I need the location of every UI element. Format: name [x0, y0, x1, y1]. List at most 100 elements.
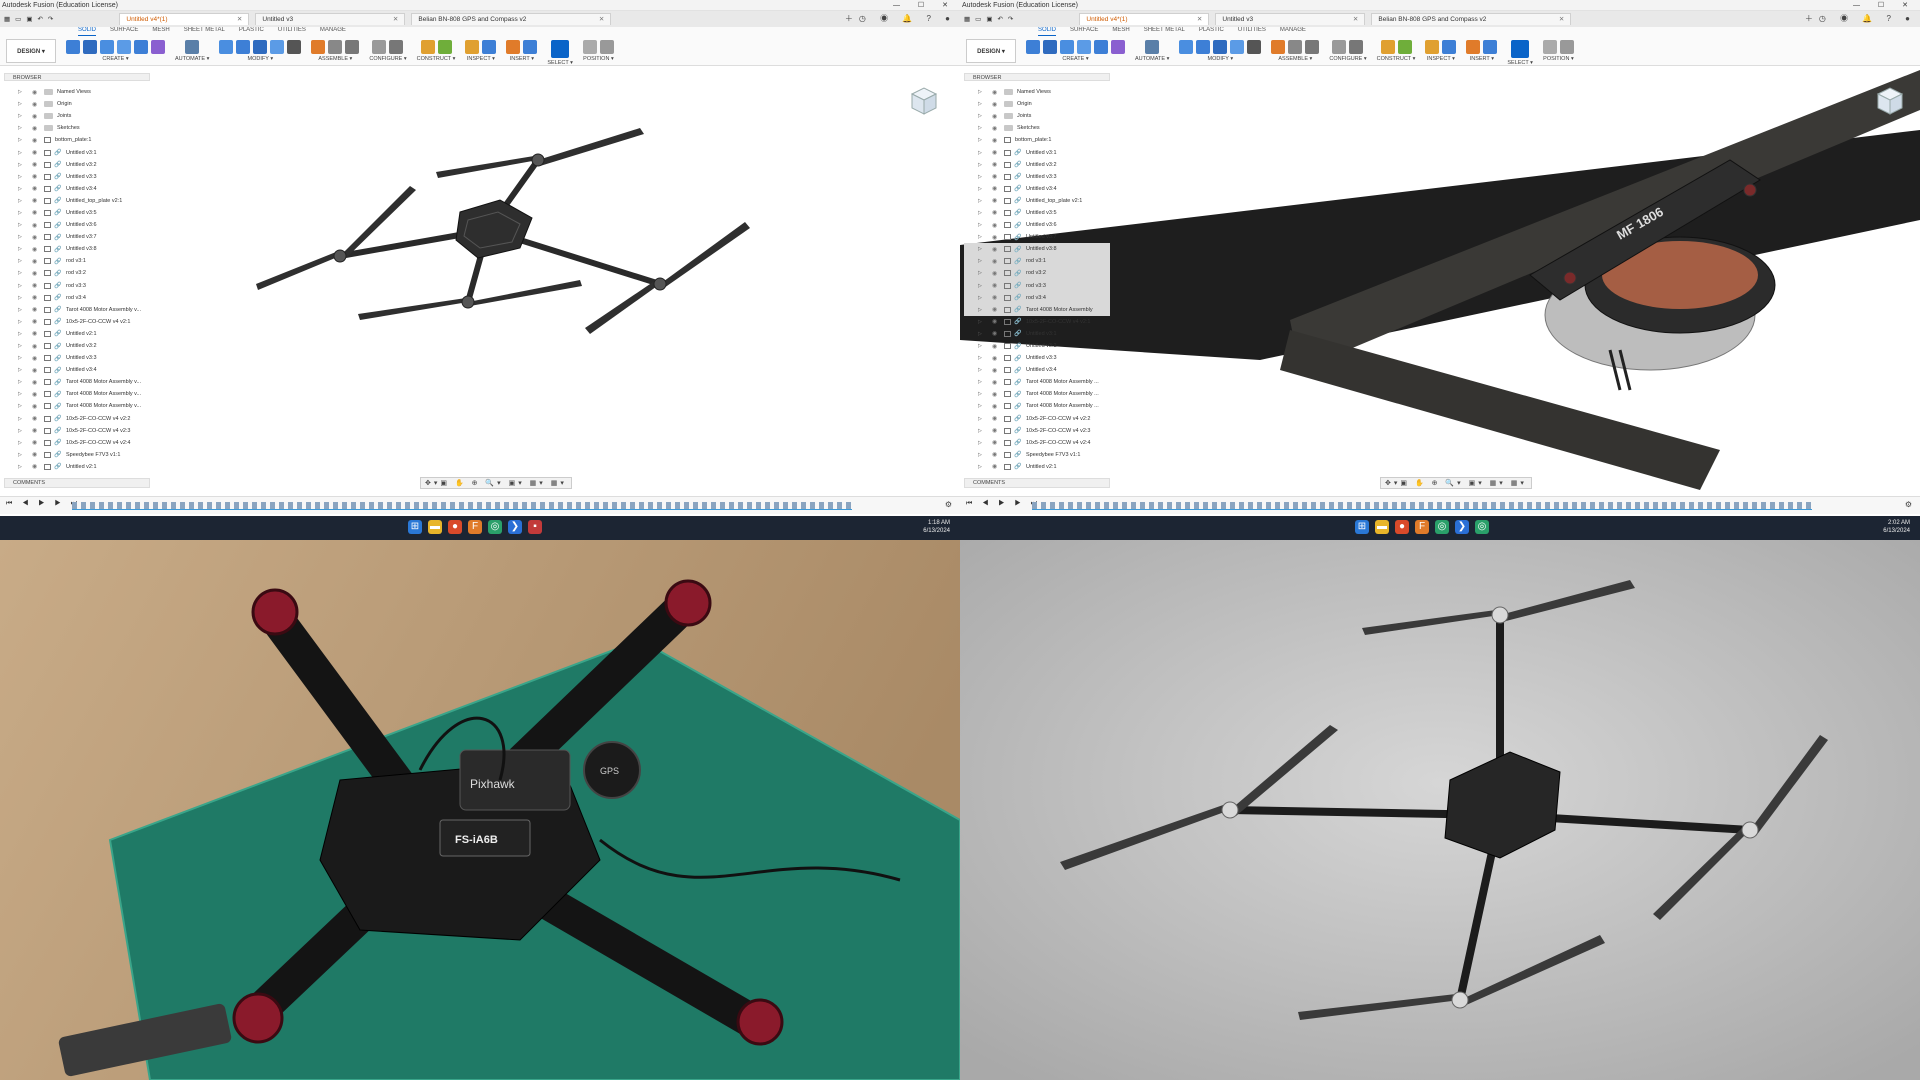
expand-chevron-icon[interactable]: ▷	[4, 331, 22, 337]
browser-item[interactable]: ▷ ◉ 🔗 Untitled v3:2	[4, 159, 150, 171]
browser-item[interactable]: ▷ ◉ 🔗 10x5-2F-CO-CCW v4 v2:3	[964, 425, 1110, 437]
expand-chevron-icon[interactable]: ▷	[964, 258, 982, 264]
window-controls[interactable]: — ☐ ✕	[893, 0, 956, 11]
browser-item[interactable]: ▷ ◉ 🔗 Untitled v3:2	[4, 340, 150, 352]
browser-item[interactable]: ▷ ◉ 🔗 10x5-2F-CO-CCW v4 v2:1	[964, 316, 1110, 328]
close-icon[interactable]: ✕	[599, 14, 604, 26]
browser-item[interactable]: ▷ ◉ 🔗 10x5-2F-CO-CCW v4 v2:1	[4, 316, 150, 328]
chrome-icon[interactable]: ●	[448, 520, 462, 534]
browser-item[interactable]: ▷ ◉ Sketches	[4, 122, 150, 134]
timeline-playback-controls[interactable]: ⏮ ◀ ▶ ▶ ⏭	[6, 500, 81, 508]
comments-panel-header[interactable]: COMMENTS	[964, 478, 1110, 488]
assemble-group[interactable]: ASSEMBLE ▾	[311, 36, 360, 62]
expand-chevron-icon[interactable]: ▷	[4, 198, 22, 204]
visibility-eye-icon[interactable]: ◉	[992, 89, 1002, 96]
visibility-eye-icon[interactable]: ◉	[992, 222, 1002, 229]
visibility-eye-icon[interactable]: ◉	[992, 197, 1002, 204]
expand-chevron-icon[interactable]: ▷	[4, 162, 22, 168]
visibility-eye-icon[interactable]: ◉	[32, 161, 42, 168]
browser-item[interactable]: ▷ ◉ 🔗 Speedybee F7V3 v1:1	[964, 449, 1110, 461]
visibility-eye-icon[interactable]: ◉	[992, 246, 1002, 253]
expand-chevron-icon[interactable]: ▷	[4, 391, 22, 397]
assemble-group[interactable]: ASSEMBLE ▾	[1271, 36, 1320, 62]
close-icon[interactable]: ✕	[1197, 14, 1202, 26]
browser-item[interactable]: ▷ ◉ 🔗 Tarot 4008 Motor Assembly v...	[4, 400, 150, 412]
doc-tab-2[interactable]: Untitled v3 ✕	[1215, 13, 1366, 25]
browser-item[interactable]: ▷ ◉ 🔗 Untitled_top_plate v2:1	[4, 195, 150, 207]
visibility-eye-icon[interactable]: ◉	[32, 185, 42, 192]
expand-chevron-icon[interactable]: ▷	[4, 355, 22, 361]
tab-mesh[interactable]: MESH	[1112, 27, 1129, 36]
taskbar-clock[interactable]: 2:02 AM 6/13/2024	[1883, 519, 1910, 535]
expand-chevron-icon[interactable]: ▷	[964, 295, 982, 301]
save-icon[interactable]: ▣	[26, 15, 32, 23]
visibility-eye-icon[interactable]: ◉	[992, 306, 1002, 313]
design-workspace-button[interactable]: DESIGN ▾	[966, 39, 1016, 63]
expand-chevron-icon[interactable]: ▷	[4, 319, 22, 325]
insert-group[interactable]: INSERT ▾	[1466, 36, 1498, 62]
file-icon[interactable]: ▭	[975, 15, 981, 23]
expand-chevron-icon[interactable]: ▷	[4, 307, 22, 313]
expand-chevron-icon[interactable]: ▷	[964, 150, 982, 156]
position-group[interactable]: POSITION ▾	[582, 36, 614, 62]
windows-start-icon[interactable]: ⊞	[408, 520, 422, 534]
undo-icon[interactable]: ↶	[37, 15, 42, 23]
configure-group[interactable]: CONFIGURE ▾	[369, 36, 407, 62]
position-group[interactable]: POSITION ▾	[1542, 36, 1574, 62]
app-icon[interactable]: ◎	[488, 520, 502, 534]
construct-group[interactable]: CONSTRUCT ▾	[1377, 36, 1415, 62]
browser-item[interactable]: ▷ ◉ 🔗 Untitled v3:4	[4, 183, 150, 195]
visibility-eye-icon[interactable]: ◉	[32, 197, 42, 204]
visibility-eye-icon[interactable]: ◉	[992, 137, 1002, 144]
tab-surface[interactable]: SURFACE	[110, 27, 138, 36]
visibility-eye-icon[interactable]: ◉	[32, 209, 42, 216]
expand-chevron-icon[interactable]: ▷	[4, 125, 22, 131]
expand-chevron-icon[interactable]: ▷	[964, 162, 982, 168]
browser-panel-header[interactable]: BROWSER	[964, 73, 1110, 81]
expand-chevron-icon[interactable]: ▷	[964, 89, 982, 95]
browser-item[interactable]: ▷ ◉ 🔗 Untitled v3:3	[4, 171, 150, 183]
browser-item[interactable]: ▷ ◉ 🔗 Untitled v3:4	[964, 364, 1110, 376]
browser-item[interactable]: ▷ ◉ 🔗 Tarot 4008 Motor Assembly	[964, 303, 1110, 316]
expand-chevron-icon[interactable]: ▷	[4, 137, 22, 143]
tab-plastic[interactable]: PLASTIC	[239, 27, 264, 36]
visibility-eye-icon[interactable]: ◉	[992, 234, 1002, 241]
taskbar-clock[interactable]: 1:18 AM 6/13/2024	[923, 519, 950, 535]
expand-chevron-icon[interactable]: ▷	[964, 101, 982, 107]
browser-item[interactable]: ▷ ◉ Named Views	[4, 86, 150, 98]
visibility-eye-icon[interactable]: ◉	[32, 246, 42, 253]
create-group[interactable]: CREATE ▾	[1026, 36, 1125, 62]
browser-item[interactable]: ▷ ◉ Origin	[964, 98, 1110, 110]
window-controls[interactable]: — ☐ ✕	[1853, 0, 1916, 11]
fusion-icon[interactable]: F	[468, 520, 482, 534]
doc-tab-2[interactable]: Untitled v3 ✕	[255, 13, 406, 25]
expand-chevron-icon[interactable]: ▷	[964, 222, 982, 228]
app-icon[interactable]: ◎	[1475, 520, 1489, 534]
save-icon[interactable]: ▣	[986, 15, 992, 23]
visibility-eye-icon[interactable]: ◉	[992, 101, 1002, 108]
tab-utilities[interactable]: UTILITIES	[1238, 27, 1266, 36]
browser-item[interactable]: ▷ ◉ Named Views	[964, 86, 1110, 98]
visibility-eye-icon[interactable]: ◉	[32, 125, 42, 132]
doc-tab-3[interactable]: Belian BN-808 GPS and Compass v2 ✕	[1371, 13, 1572, 25]
expand-chevron-icon[interactable]: ▷	[4, 186, 22, 192]
browser-item[interactable]: ▷ ◉ 🔗 Untitled v3:5	[964, 207, 1110, 219]
expand-chevron-icon[interactable]: ▷	[964, 234, 982, 240]
tab-solid[interactable]: SOLID	[1038, 27, 1057, 36]
vscode-icon[interactable]: ❯	[1455, 520, 1469, 534]
browser-item[interactable]: ▷ ◉ 🔗 Untitled v3:7	[964, 231, 1110, 243]
undo-icon[interactable]: ↶	[997, 15, 1002, 23]
browser-item[interactable]: ▷ ◉ 🔗 Untitled v3:1	[964, 328, 1110, 340]
browser-item[interactable]: ▷ ◉ 🔗 Untitled v3:4	[4, 364, 150, 376]
expand-chevron-icon[interactable]: ▷	[964, 125, 982, 131]
browser-item[interactable]: ▷ ◉ 🔗 Untitled v3:3	[964, 171, 1110, 183]
expand-chevron-icon[interactable]: ▷	[4, 246, 22, 252]
browser-item[interactable]: ▷ ◉ 🔗 10x5-2F-CO-CCW v4 v2:2	[964, 413, 1110, 425]
expand-chevron-icon[interactable]: ▷	[4, 89, 22, 95]
expand-chevron-icon[interactable]: ▷	[4, 283, 22, 289]
visibility-eye-icon[interactable]: ◉	[992, 318, 1002, 325]
browser-item[interactable]: ▷ ◉ Joints	[4, 110, 150, 122]
browser-item[interactable]: ▷ ◉ 🔗 Untitled v2:1	[4, 461, 150, 473]
expand-chevron-icon[interactable]: ▷	[964, 403, 982, 409]
browser-item[interactable]: ▷ ◉ 🔗 Tarot 4008 Motor Assembly v...	[4, 304, 150, 316]
